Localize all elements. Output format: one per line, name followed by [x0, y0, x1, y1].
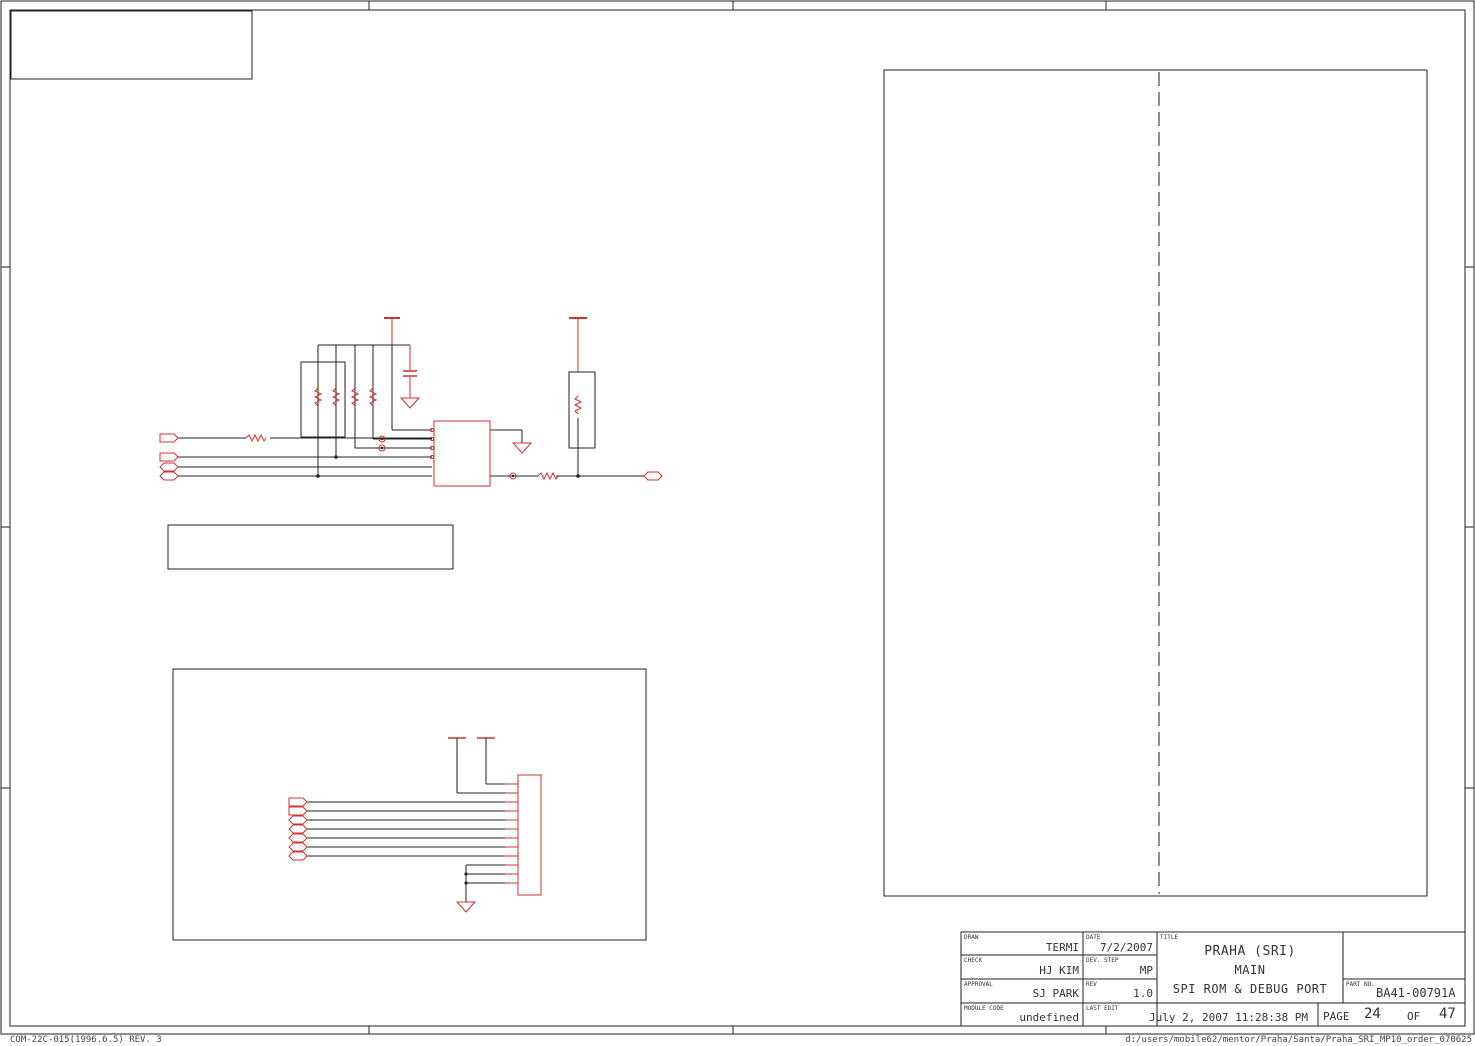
- resistor-icon: [245, 433, 267, 443]
- port-connector-icon: [288, 842, 308, 852]
- page-number: 24: [1364, 1006, 1381, 1022]
- approval-value: SJ PARK: [1032, 987, 1079, 1000]
- draw-value: TERMI: [1045, 941, 1079, 954]
- port-connector-icon: [288, 797, 308, 807]
- file-path: d:/users/mobile62/mentor/Praha/Santa/Pra…: [1125, 1035, 1472, 1045]
- sheet-frame: [0, 0, 1475, 1035]
- date-label: DATE: [1086, 934, 1101, 941]
- title-line-1: PRAHA (SRI): [1204, 944, 1296, 959]
- debug-port-frame: [172, 668, 647, 941]
- module-code-value: undefined: [1019, 1011, 1079, 1024]
- debug-port-circuit: [172, 668, 647, 941]
- note-box: [167, 524, 454, 570]
- spi-rom-chip: [433, 420, 491, 487]
- check-value: HJ KIM: [1039, 964, 1079, 977]
- ground-icon: [455, 901, 477, 913]
- date-value: 7/2/2007: [1100, 941, 1153, 954]
- title-label: TITLE: [1160, 934, 1179, 941]
- last-edit-value: July 2, 2007 11:28:38 PM: [1149, 1011, 1308, 1024]
- port-connector-icon: [288, 806, 308, 816]
- port-connector-icon: [159, 462, 179, 472]
- debug-connector: [517, 774, 542, 896]
- draw-label: DRAW: [964, 934, 979, 941]
- ground-icon: [399, 397, 421, 409]
- title-line-3: SPI ROM & DEBUG PORT: [1172, 982, 1328, 996]
- form-code: COM-22C-015(1996.6.5) REV. 3: [10, 1035, 162, 1045]
- port-connector-icon: [159, 452, 179, 462]
- pullup-resistor-box: [568, 371, 596, 449]
- rev-value: 1.0: [1133, 987, 1153, 1000]
- resistor-icon: [537, 471, 559, 481]
- notes-panel: [883, 69, 1428, 897]
- part-no-label: PART NO.: [1346, 981, 1375, 988]
- title-line-2: MAIN: [1234, 963, 1266, 977]
- part-no-value: BA41-00791A: [1376, 986, 1456, 1000]
- total-pages: 47: [1439, 1006, 1456, 1022]
- port-connector-icon: [159, 471, 179, 481]
- check-label: CHECK: [964, 957, 983, 964]
- dev-step-value: MP: [1139, 964, 1153, 977]
- port-connector-icon: [159, 433, 179, 443]
- spi-rom-circuit: [159, 317, 663, 487]
- port-connector-icon: [288, 824, 308, 834]
- resistor-icon: [573, 395, 583, 415]
- header-box: [10, 10, 253, 80]
- of-label: OF: [1407, 1010, 1421, 1023]
- port-connector-icon: [288, 851, 308, 861]
- port-connector-icon: [288, 833, 308, 843]
- page-label: PAGE: [1323, 1010, 1350, 1023]
- port-connector-icon: [643, 471, 663, 481]
- dev-step-label: DEV. STEP: [1086, 957, 1119, 964]
- port-connector-icon: [288, 815, 308, 825]
- schematic-sheet: [0, 0, 1475, 1035]
- ground-icon: [511, 442, 533, 454]
